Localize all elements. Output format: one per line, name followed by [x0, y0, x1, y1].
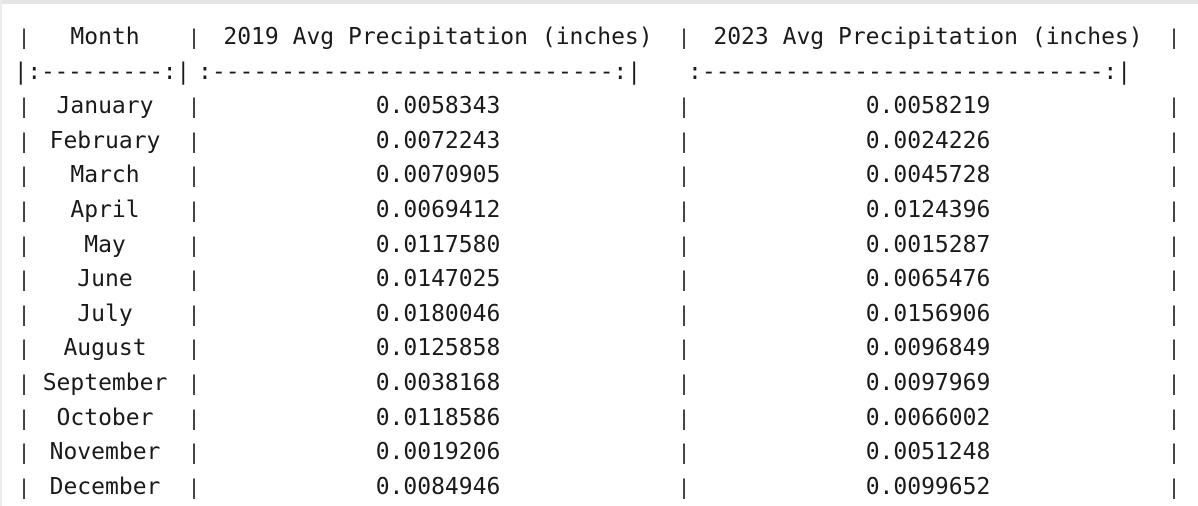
month-cell: December: [49, 474, 161, 500]
month-cell: October: [56, 405, 154, 431]
precip-2023-cell: 0.0051248: [865, 439, 991, 465]
table-row: | | | | December 0.0084946 0.0099652: [0, 470, 1198, 504]
table-row: | | | | January 0.0058343 0.0058219: [0, 89, 1198, 123]
table-separator-row: |:---------:| :--------------------------…: [0, 55, 1198, 89]
column-separator-pipe: |: [1168, 371, 1181, 395]
table-row: | | | | April 0.0069412 0.0124396: [0, 193, 1198, 227]
top-border: [0, 0, 1198, 4]
precip-2019-cell: 0.0072243: [375, 128, 501, 154]
month-cell: August: [63, 335, 147, 361]
month-cell: February: [49, 128, 161, 154]
month-cell: September: [42, 370, 168, 396]
precip-2019-cell: 0.0038168: [375, 370, 501, 396]
table-row: | | | | October 0.0118586 0.0066002: [0, 401, 1198, 435]
table-row: | | | | August 0.0125858 0.0096849: [0, 331, 1198, 365]
table-row: | | | | May 0.0117580 0.0015287: [0, 228, 1198, 262]
column-separator-pipe: |: [1168, 475, 1181, 499]
column-separator-pipe: |: [1168, 129, 1181, 153]
table-row: | | | | July 0.0180046 0.0156906: [0, 297, 1198, 331]
table-row: | | | | September 0.0038168 0.0097969: [0, 366, 1198, 400]
precip-2019-cell: 0.0069412: [375, 197, 501, 223]
precip-2023-cell: 0.0099652: [865, 474, 991, 500]
precip-2023-cell: 0.0156906: [865, 301, 991, 327]
month-cell: July: [77, 301, 133, 327]
table-header-row: | | | | Month 2019 Avg Precipitation (inches)…: [0, 20, 1198, 54]
month-cell: March: [70, 162, 140, 188]
column-separator-pipe: |: [1168, 198, 1181, 222]
table-row: | | | | June 0.0147025 0.0065476: [0, 262, 1198, 296]
column-separator-pipe: |: [1168, 440, 1181, 464]
separator-segment: :-----------------------------:|: [198, 59, 642, 85]
precip-2019-cell: 0.0058343: [375, 93, 501, 119]
precip-2023-cell: 0.0024226: [865, 128, 991, 154]
precip-2023-cell: 0.0015287: [865, 232, 991, 258]
month-cell: November: [49, 439, 161, 465]
precip-2023-cell: 0.0066002: [865, 405, 991, 431]
month-cell: May: [84, 232, 126, 258]
column-separator-pipe: |: [1168, 406, 1181, 430]
separator-segment: :-----------------------------:|: [688, 59, 1132, 85]
column-separator-pipe: |: [1168, 94, 1181, 118]
column-separator-pipe: |: [1168, 233, 1181, 257]
header-2023-precipitation: 2023 Avg Precipitation (inches): [713, 24, 1143, 50]
precip-2019-cell: 0.0019206: [375, 439, 501, 465]
precip-2023-cell: 0.0097969: [865, 370, 991, 396]
precip-2019-cell: 0.0070905: [375, 162, 501, 188]
header-month: Month: [70, 24, 140, 50]
precip-2023-cell: 0.0096849: [865, 335, 991, 361]
precip-2023-cell: 0.0124396: [865, 197, 991, 223]
precip-2019-cell: 0.0117580: [375, 232, 501, 258]
column-separator-pipe: |: [1168, 267, 1181, 291]
separator-segment: |:---------:|: [14, 59, 191, 85]
precip-2019-cell: 0.0118586: [375, 405, 501, 431]
column-separator-pipe: |: [1168, 336, 1181, 360]
header-2019-precipitation: 2019 Avg Precipitation (inches): [223, 24, 653, 50]
markdown-table-output: | | | | Month 2019 Avg Precipitation (inches)…: [0, 20, 1198, 506]
column-separator-pipe: |: [1168, 25, 1181, 49]
table-row: | | | | February 0.0072243 0.0024226: [0, 124, 1198, 158]
precip-2019-cell: 0.0084946: [375, 474, 501, 500]
month-cell: June: [77, 266, 133, 292]
table-row: | | | | November 0.0019206 0.0051248: [0, 435, 1198, 469]
month-cell: April: [70, 197, 140, 223]
precip-2019-cell: 0.0125858: [375, 335, 501, 361]
column-separator-pipe: |: [1168, 302, 1181, 326]
precip-2023-cell: 0.0045728: [865, 162, 991, 188]
table-row: | | | | March 0.0070905 0.0045728: [0, 158, 1198, 192]
precip-2023-cell: 0.0065476: [865, 266, 991, 292]
precip-2023-cell: 0.0058219: [865, 93, 991, 119]
precip-2019-cell: 0.0180046: [375, 301, 501, 327]
month-cell: January: [56, 93, 154, 119]
column-separator-pipe: |: [1168, 163, 1181, 187]
precip-2019-cell: 0.0147025: [375, 266, 501, 292]
